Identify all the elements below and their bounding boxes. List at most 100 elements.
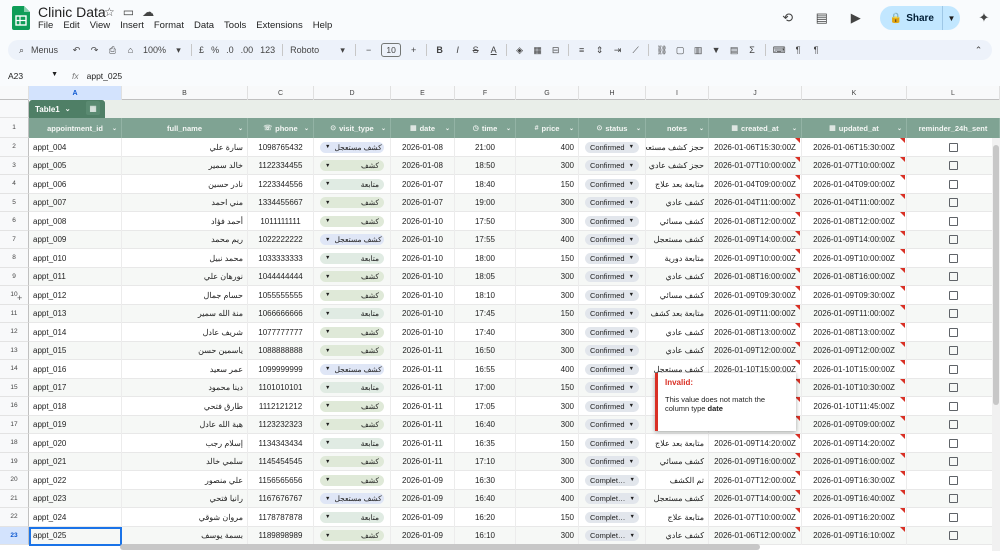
column-header-f[interactable]: F (455, 86, 516, 100)
menu-format[interactable]: Format (154, 20, 184, 31)
cell-price[interactable]: 400 (516, 138, 579, 157)
cell-price[interactable]: 300 (516, 415, 579, 434)
cell-notes[interactable]: كشف مستعجل (646, 489, 709, 508)
cell-updated[interactable]: 2026-01-08T16:00:00Z (802, 267, 907, 286)
reminder-checkbox[interactable] (948, 161, 958, 171)
text-wrapping-icon[interactable]: ⇥ (612, 43, 623, 57)
cell-id[interactable]: appt_006 (29, 175, 122, 194)
reminder-checkbox[interactable] (948, 494, 958, 504)
invalid-flag-icon[interactable] (900, 304, 905, 310)
cell-reminder[interactable] (907, 508, 1000, 527)
cell-name[interactable]: علي منصور (122, 471, 248, 490)
cell-date[interactable]: 2026-01-10 (391, 286, 455, 305)
invalid-flag-icon[interactable] (900, 156, 905, 162)
cell-time[interactable]: 16:40 (455, 415, 516, 434)
menu-help[interactable]: Help (313, 20, 333, 31)
invalid-flag-icon[interactable] (795, 286, 800, 291)
cell-phone[interactable]: 1033333333 (248, 249, 314, 268)
cell-reminder[interactable] (907, 526, 1000, 545)
invalid-flag-icon[interactable] (900, 471, 905, 476)
cell-name[interactable]: عمر سعيد (122, 360, 248, 379)
borders-icon[interactable]: ▦ (532, 43, 543, 57)
cell-name[interactable]: منة الله سمير (122, 304, 248, 323)
cell-id[interactable]: appt_012 (29, 286, 122, 305)
invalid-flag-icon[interactable] (795, 212, 800, 217)
decrease-font-size-icon[interactable]: − (363, 43, 374, 57)
comments-icon[interactable]: ▤ (812, 8, 832, 28)
row-header[interactable]: 16 (0, 397, 29, 416)
cell-name[interactable]: مني احمد (122, 193, 248, 212)
cell-created[interactable]: 2026-01-07T10:00:00Z (709, 508, 802, 527)
redo-icon[interactable]: ↷ (89, 43, 100, 57)
cell-status[interactable]: Confirmed ▼ (579, 378, 646, 397)
cell-time[interactable]: 16:10 (455, 526, 516, 545)
invalid-flag-icon[interactable] (900, 508, 905, 513)
text-color-icon[interactable]: A (488, 43, 499, 57)
cell-price[interactable]: 300 (516, 341, 579, 360)
cell-date[interactable]: 2026-01-11 (391, 434, 455, 453)
reminder-checkbox[interactable] (948, 235, 958, 245)
cell-visit[interactable]: ▼ كشف مستعجل (314, 138, 391, 157)
name-box-chevron-down-icon[interactable]: ▼ (51, 71, 58, 81)
invalid-flag-icon[interactable] (900, 415, 905, 421)
cell-visit[interactable]: ▼ متابعة (314, 508, 391, 527)
menu-tools[interactable]: Tools (224, 20, 246, 31)
cell-price[interactable]: 300 (516, 526, 579, 545)
header-chevron-down-icon[interactable]: ⌄ (112, 125, 117, 132)
cell-id[interactable]: appt_011 (29, 267, 122, 286)
menu-file[interactable]: File (38, 20, 53, 31)
cell-created[interactable]: 2026-01-06T12:00:00Z (709, 526, 802, 545)
table-settings-icon[interactable]: ▦ (86, 101, 100, 115)
table-header-price[interactable]: # price ⌄ (516, 118, 579, 138)
cell-created[interactable]: 2026-01-07T14:00:00Z (709, 489, 802, 508)
status-chip[interactable]: Complet… ▼ (585, 474, 639, 486)
cell-visit[interactable]: ▼ كشف (314, 415, 391, 434)
invalid-flag-icon[interactable] (795, 471, 800, 476)
cell-name[interactable]: دينا محمود (122, 378, 248, 397)
cell-id[interactable]: appt_025 (29, 526, 122, 545)
zoom-chevron-down-icon[interactable]: ▾ (173, 43, 184, 57)
cell-updated[interactable]: 2026-01-09T16:00:00Z (802, 452, 907, 471)
table-header-status[interactable]: ⊙ status ⌄ (579, 118, 646, 138)
cell-updated[interactable]: 2026-01-08T13:00:00Z (802, 323, 907, 342)
invalid-flag-icon[interactable] (795, 323, 800, 328)
cell-name[interactable]: بسمة يوسف (122, 526, 248, 545)
cell-name[interactable]: سارة علي (122, 138, 248, 157)
cell-name[interactable]: محمد نبيل (122, 249, 248, 268)
cell-price[interactable]: 300 (516, 471, 579, 490)
text-rotation-icon[interactable]: ⟋ (630, 43, 641, 57)
header-chevron-down-icon[interactable]: ⌄ (699, 125, 704, 132)
cell-status[interactable]: Confirmed ▼ (579, 138, 646, 157)
row-header[interactable]: 6 (0, 212, 29, 231)
cell-date[interactable]: 2026-01-10 (391, 212, 455, 231)
cell-price[interactable]: 150 (516, 249, 579, 268)
cell-reminder[interactable] (907, 452, 1000, 471)
cell-time[interactable]: 16:20 (455, 508, 516, 527)
table-header-created-at[interactable]: ▦ created_at ⌄ (709, 118, 802, 138)
cell-price[interactable]: 400 (516, 360, 579, 379)
cell-visit[interactable]: ▼ كشف (314, 212, 391, 231)
collapse-toolbar-chevron-up-icon[interactable]: ⌃ (973, 43, 984, 57)
cell-name[interactable]: ياسمين حسن (122, 341, 248, 360)
header-chevron-down-icon[interactable]: ⌄ (506, 125, 511, 132)
cell-notes[interactable]: متابعة بعد علاج (646, 434, 709, 453)
cell-status[interactable]: Confirmed ▼ (579, 193, 646, 212)
reminder-checkbox[interactable] (948, 272, 958, 282)
cell-reminder[interactable] (907, 360, 1000, 379)
visit-type-chip[interactable]: ▼ متابعة (320, 178, 384, 190)
status-chip[interactable]: Confirmed ▼ (585, 197, 639, 209)
reminder-checkbox[interactable] (948, 309, 958, 319)
column-header-b[interactable]: B (122, 86, 248, 100)
table-header-time[interactable]: ◷ time ⌄ (455, 118, 516, 138)
cell-updated[interactable]: 2026-01-09T16:40:00Z (802, 489, 907, 508)
cell-price[interactable]: 300 (516, 323, 579, 342)
cell-phone[interactable]: 1122334455 (248, 156, 314, 175)
cloud-saved-icon[interactable]: ☁ (142, 5, 154, 19)
cell-visit[interactable]: ▼ كشف (314, 341, 391, 360)
visit-type-chip[interactable]: ▼ كشف مستعجل (320, 234, 384, 246)
cell-name[interactable]: مروان شوقي (122, 508, 248, 527)
cell-name[interactable]: رانيا فتحي (122, 489, 248, 508)
cell-time[interactable]: 17:45 (455, 304, 516, 323)
cell-phone[interactable]: 1022222222 (248, 230, 314, 249)
row-header[interactable]: 15 (0, 378, 29, 397)
